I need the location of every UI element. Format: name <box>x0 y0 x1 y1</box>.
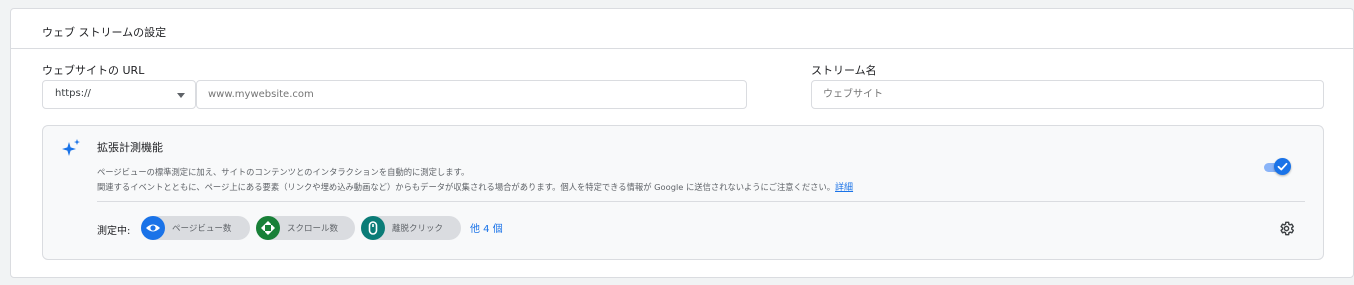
url-label: ウェブサイトの URL <box>42 64 145 77</box>
sparkle-icon <box>62 139 80 156</box>
chip-scrolls-label: スクロール数 <box>287 224 339 234</box>
details-link[interactable]: 詳細 <box>835 183 853 193</box>
stream-name-input[interactable] <box>811 80 1324 109</box>
protocol-select[interactable]: https:// <box>42 80 196 109</box>
chip-scrolls[interactable]: スクロール数 <box>256 216 355 240</box>
divider <box>97 201 1305 202</box>
chip-page-views[interactable]: ページビュー数 <box>141 216 250 240</box>
chip-page-views-label: ページビュー数 <box>172 224 232 234</box>
description-line-2: 関連するイベントとともに、ページ上にある要素（リンクや埋め込み動画など）からもデ… <box>97 180 853 193</box>
website-url-input[interactable] <box>196 80 747 109</box>
enhanced-measurement-toggle[interactable] <box>1262 157 1292 177</box>
stream-name-label: ストリーム名 <box>811 64 877 77</box>
mouse-icon <box>361 216 385 240</box>
gear-icon[interactable] <box>1278 220 1295 237</box>
enhanced-measurement-title: 拡張計測機能 <box>97 141 163 154</box>
web-stream-settings-card: ウェブ ストリームの設定 ウェブサイトの URL https:// ストリーム名… <box>10 8 1354 278</box>
more-events-link[interactable]: 他 4 個 <box>470 220 503 235</box>
chip-outbound-clicks[interactable]: 離脱クリック <box>361 216 461 240</box>
scroll-icon <box>256 216 280 240</box>
description-text: 関連するイベントとともに、ページ上にある要素（リンクや埋め込み動画など）からもデ… <box>97 182 836 192</box>
protocol-value: https:// <box>55 88 91 99</box>
description-line-1: ページビューの標準測定に加え、サイトのコンテンツとのインタラクションを自動的に測… <box>97 167 470 177</box>
card-header: ウェブ ストリームの設定 <box>11 9 1353 49</box>
enhanced-measurement-panel: 拡張計測機能 ページビューの標準測定に加え、サイトのコンテンツとのインタラクショ… <box>42 125 1324 260</box>
caret-down-icon <box>177 93 185 98</box>
chip-outbound-clicks-label: 離脱クリック <box>392 224 444 234</box>
eye-icon <box>141 216 165 240</box>
measuring-label: 測定中: <box>97 226 131 237</box>
check-icon <box>1277 162 1288 171</box>
card-title: ウェブ ストリームの設定 <box>42 26 167 39</box>
toggle-knob <box>1274 158 1291 175</box>
